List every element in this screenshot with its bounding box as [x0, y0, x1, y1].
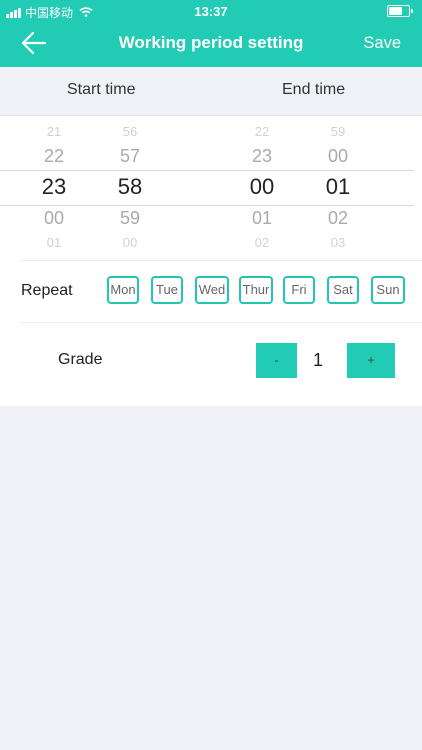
app-header: 中国移动 13:37 Working period setting Save: [0, 0, 422, 67]
day-button-tue[interactable]: Tue: [151, 276, 183, 304]
day-button-wed[interactable]: Wed: [195, 276, 229, 304]
grade-decrement-button[interactable]: -: [256, 343, 297, 378]
picker-item: 00: [327, 146, 349, 166]
picker-selected-item: 00: [249, 174, 275, 199]
picker-item: 02: [327, 208, 349, 228]
divider: [20, 322, 422, 323]
page-title: Working period setting: [118, 33, 304, 52]
end-minute-picker[interactable]: 59 00 01 02 03: [313, 116, 363, 250]
grade-value: 1: [312, 350, 323, 370]
start-hour-picker[interactable]: 21 22 23 00 01: [29, 116, 79, 250]
picker-item: 00: [43, 208, 65, 228]
picker-item: 56: [122, 124, 138, 139]
start-minute-picker[interactable]: 56 57 58 59 00: [105, 116, 155, 250]
day-button-fri[interactable]: Fri: [283, 276, 315, 304]
status-time: 13:37: [194, 4, 228, 19]
picker-item: 57: [119, 146, 141, 166]
picker-item: 59: [330, 124, 346, 139]
time-labels-row: Start time End time: [0, 67, 422, 116]
picker-item: 22: [43, 146, 65, 166]
settings-panel: 21 22 23 00 01 56 57 58 59 00 22 23 00 0…: [0, 116, 422, 406]
status-bar: 中国移动 13:37: [0, 0, 422, 22]
grade-label: Grade: [58, 351, 103, 368]
start-time-label: Start time: [67, 81, 136, 98]
end-hour-picker[interactable]: 22 23 00 01 02: [237, 116, 287, 250]
save-button[interactable]: Save: [363, 34, 401, 53]
day-button-thu[interactable]: Thur: [239, 276, 273, 304]
picker-item: 23: [251, 146, 273, 166]
day-button-mon[interactable]: Mon: [107, 276, 139, 304]
picker-selected-item: 58: [117, 174, 143, 199]
picker-item: 02: [254, 235, 270, 249]
picker-item: 01: [251, 208, 273, 228]
repeat-label: Repeat: [21, 282, 73, 299]
day-button-sun[interactable]: Sun: [371, 276, 405, 304]
grade-increment-button[interactable]: +: [347, 343, 395, 378]
picker-item: 21: [46, 124, 62, 139]
picker-selected-item: 01: [325, 174, 351, 199]
picker-item: 01: [46, 235, 62, 249]
divider: [20, 260, 422, 261]
picker-item: 22: [254, 124, 270, 139]
day-button-sat[interactable]: Sat: [327, 276, 359, 304]
battery-icon: [387, 5, 413, 17]
picker-item: 03: [330, 235, 346, 249]
picker-item: 00: [122, 235, 138, 249]
picker-selected-item: 23: [41, 174, 67, 199]
end-time-label: End time: [282, 81, 346, 98]
picker-item: 59: [119, 208, 141, 228]
